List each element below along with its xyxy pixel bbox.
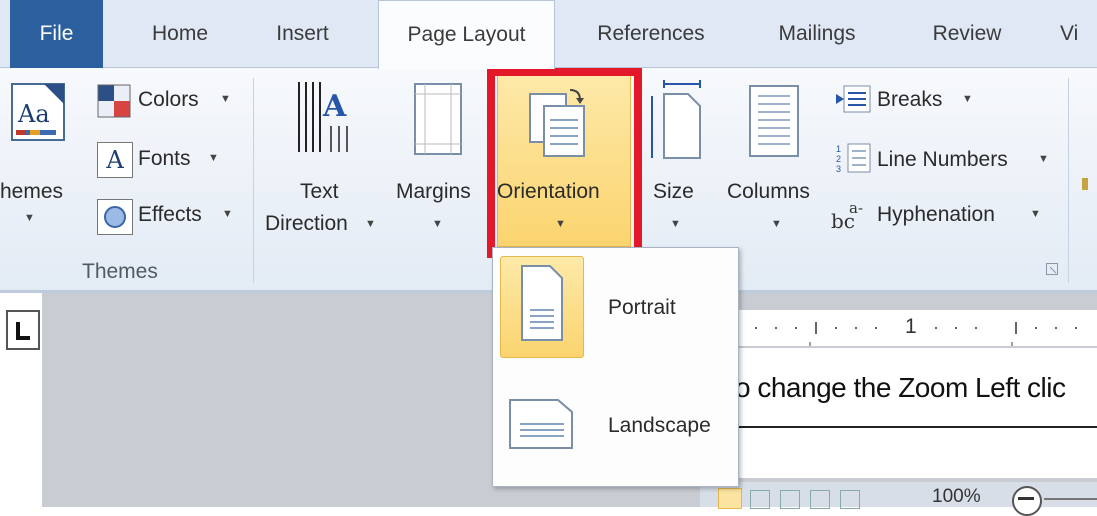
full-screen-reading-view-icon[interactable] — [750, 490, 770, 509]
landscape-icon — [508, 398, 574, 450]
line-numbers-label[interactable]: Line Numbers — [877, 148, 1008, 172]
portrait-icon — [520, 264, 564, 342]
size-dropdown-arrow[interactable]: ▼ — [670, 218, 681, 230]
svg-text:1: 1 — [836, 144, 841, 154]
breaks-icon[interactable] — [836, 84, 872, 114]
breaks-label[interactable]: Breaks — [877, 88, 942, 112]
line-numbers-icon[interactable]: 1 2 3 — [836, 142, 872, 174]
themes-dropdown-arrow[interactable]: ▼ — [24, 212, 35, 224]
hyphenation-icon[interactable]: bc a- — [831, 199, 871, 233]
document-body-text[interactable]: o change the Zoom Left clic — [735, 372, 1066, 404]
hyphenation-dropdown-arrow[interactable]: ▼ — [1030, 208, 1041, 220]
tab-insert[interactable]: Insert — [255, 0, 350, 68]
draft-view-icon[interactable] — [840, 490, 860, 509]
fonts-label[interactable]: Fonts — [138, 147, 191, 171]
hyphenation-label[interactable]: Hyphenation — [877, 203, 995, 227]
svg-text:3: 3 — [836, 164, 841, 174]
ruler-mark-1: 1 — [905, 315, 917, 338]
colors-dropdown-arrow[interactable]: ▼ — [220, 93, 231, 105]
size-label[interactable]: Size — [653, 180, 694, 204]
breaks-dropdown-arrow[interactable]: ▼ — [962, 93, 973, 105]
landscape-label[interactable]: Landscape — [608, 414, 711, 438]
page-setup-dialog-launcher-icon[interactable] — [1046, 262, 1058, 275]
colors-label[interactable]: Colors — [138, 88, 199, 112]
tab-review[interactable]: Review — [912, 0, 1022, 68]
colors-icon[interactable] — [97, 84, 131, 118]
text-direction-dropdown-arrow[interactable]: ▼ — [365, 218, 376, 230]
web-layout-view-icon[interactable] — [780, 490, 800, 509]
tab-page-layout[interactable]: Page Layout — [378, 0, 555, 69]
zoom-level[interactable]: 100% — [932, 486, 981, 508]
document-page[interactable] — [735, 348, 1097, 478]
themes-group-label: Themes — [82, 260, 158, 283]
text-direction-label-2[interactable]: Direction — [265, 212, 348, 236]
columns-label[interactable]: Columns — [727, 180, 810, 204]
group-separator — [1068, 78, 1069, 283]
margins-icon[interactable] — [413, 82, 463, 160]
tab-references[interactable]: References — [580, 0, 722, 68]
zoom-out-button[interactable] — [1012, 486, 1042, 516]
tab-view[interactable]: Vi — [1060, 0, 1097, 68]
tab-home[interactable]: Home — [125, 0, 235, 68]
columns-dropdown-arrow[interactable]: ▼ — [771, 218, 782, 230]
svg-text:A: A — [322, 89, 347, 124]
tab-file[interactable]: File — [10, 0, 103, 68]
svg-text:2: 2 — [836, 154, 841, 164]
orientation-highlight-box — [487, 68, 642, 258]
next-group-icon-fragment — [1082, 178, 1088, 190]
effects-dropdown-arrow[interactable]: ▼ — [222, 208, 233, 220]
margins-dropdown-arrow[interactable]: ▼ — [432, 218, 443, 230]
effects-icon[interactable] — [97, 199, 133, 235]
effects-label[interactable]: Effects — [138, 203, 202, 227]
svg-text:Aa: Aa — [17, 100, 50, 128]
portrait-label[interactable]: Portrait — [608, 296, 676, 320]
tab-mailings[interactable]: Mailings — [762, 0, 872, 68]
tab-selector-button[interactable] — [6, 310, 40, 350]
group-separator — [253, 78, 254, 283]
text-direction-label-1[interactable]: Text — [300, 180, 339, 204]
outline-view-icon[interactable] — [810, 490, 830, 509]
line-numbers-dropdown-arrow[interactable]: ▼ — [1038, 153, 1049, 165]
size-icon[interactable] — [648, 80, 704, 160]
text-underline — [735, 426, 1097, 428]
minus-icon — [1018, 497, 1034, 500]
themes-icon[interactable]: Aa — [10, 82, 66, 146]
print-layout-view-icon[interactable] — [718, 488, 742, 509]
themes-button-label[interactable]: hemes — [0, 180, 63, 204]
text-direction-icon[interactable]: A — [293, 80, 359, 160]
fonts-icon[interactable]: A — [97, 142, 133, 178]
columns-icon[interactable] — [748, 84, 800, 158]
margins-label[interactable]: Margins — [396, 180, 471, 204]
fonts-dropdown-arrow[interactable]: ▼ — [208, 152, 219, 164]
zoom-slider[interactable] — [1044, 498, 1097, 500]
